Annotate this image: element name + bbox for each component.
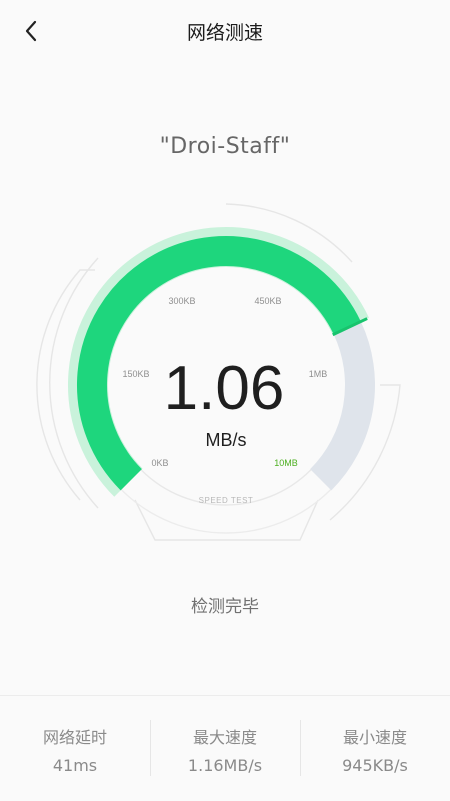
stats-bar: 网络延时 41ms 最大速度 1.16MB/s 最小速度 945KB/s [0,695,450,801]
page-title: 网络测速 [186,22,263,44]
scale-label-1mb: 1MB [309,369,328,379]
outer-ring-bottom [134,499,319,541]
stat-latency-label: 网络延时 [42,728,107,747]
app-header: 网络测速 [0,0,450,62]
speed-gauge: 0KB 150KB 300KB 450KB 1MB 10MB 1.06 MB/s… [36,203,401,541]
speed-unit: MB/s [205,430,246,450]
gauge-caption: SPEED TEST [199,496,254,505]
scale-label-0kb: 0KB [151,458,168,468]
stat-max-speed-label: 最大速度 [192,728,257,747]
speed-value: 1.06 [164,354,285,423]
stat-latency-value: 41ms [52,756,98,775]
status-text: 检测完毕 [191,597,259,617]
scale-label-300kb: 300KB [168,296,195,306]
stat-min-speed: 最小速度 945KB/s [300,696,450,801]
stat-latency: 网络延时 41ms [0,696,150,801]
stat-min-speed-label: 最小速度 [342,728,407,747]
scale-label-150kb: 150KB [122,369,149,379]
scale-label-10mb: 10MB [274,458,298,468]
gauge-track [309,321,375,491]
network-name: "Droi-Staff" [159,134,291,159]
stat-max-speed: 最大速度 1.16MB/s [150,696,300,801]
stat-min-speed-value: 945KB/s [342,756,408,775]
scale-label-450kb: 450KB [254,296,281,306]
stat-max-speed-value: 1.16MB/s [187,756,263,775]
